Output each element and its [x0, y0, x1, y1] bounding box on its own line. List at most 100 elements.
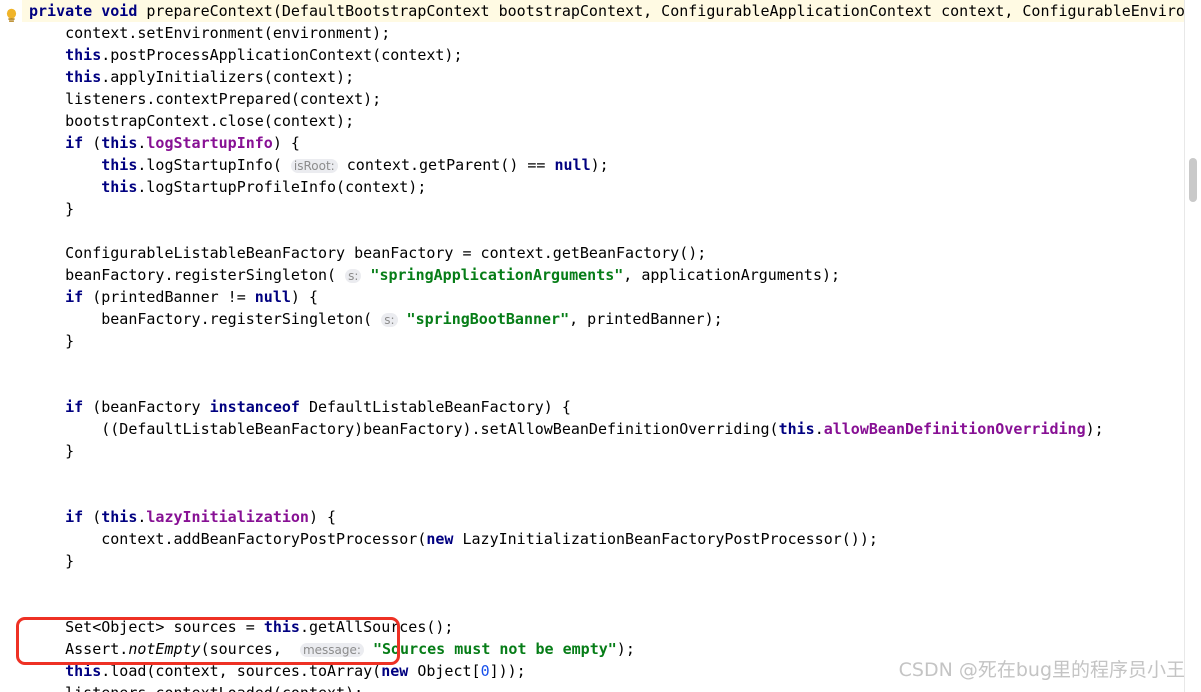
code-line[interactable]: if (this.lazyInitialization) { [0, 506, 1201, 528]
code-line[interactable]: private void prepareContext(DefaultBoots… [0, 0, 1201, 22]
code-token: context.getParent() == [337, 156, 555, 174]
code-line[interactable]: } [0, 550, 1201, 572]
code-token: Object[ [408, 662, 481, 680]
code-token: .postProcessApplicationContext(context); [101, 46, 463, 64]
code-token: allowBeanDefinitionOverriding [823, 420, 1086, 438]
code-token: } [65, 442, 75, 460]
code-line[interactable] [0, 462, 1201, 484]
code-line[interactable]: } [0, 198, 1201, 220]
scrollbar-thumb[interactable] [1189, 158, 1197, 202]
code-token: (sources, [200, 640, 291, 658]
code-line[interactable] [0, 484, 1201, 506]
code-line[interactable] [0, 572, 1201, 594]
code-line[interactable]: this.postProcessApplicationContext(conte… [0, 44, 1201, 66]
code-line[interactable]: if (printedBanner != null) { [0, 286, 1201, 308]
code-line[interactable]: this.applyInitializers(context); [0, 66, 1201, 88]
code-token: (printedBanner != [83, 288, 255, 306]
code-line[interactable]: bootstrapContext.close(context); [0, 110, 1201, 132]
editor-scrollbar[interactable] [1184, 0, 1201, 692]
code-token: this [101, 156, 138, 174]
code-line[interactable]: Set<Object> sources = this.getAllSources… [0, 616, 1201, 638]
code-token: LazyInitializationBeanFactoryPostProcess… [453, 530, 878, 548]
code-token: lazyInitialization [146, 508, 309, 526]
code-line[interactable]: ((DefaultListableBeanFactory)beanFactory… [0, 418, 1201, 440]
code-token: beanFactory.registerSingleton( [65, 266, 337, 284]
code-token: .getAllSources(); [299, 618, 454, 636]
code-line[interactable]: if (beanFactory instanceof DefaultListab… [0, 396, 1201, 418]
code-surface[interactable]: private void prepareContext(DefaultBoots… [0, 0, 1201, 692]
code-token: prepareContext(DefaultBootstrapContext b… [146, 2, 1201, 20]
code-line[interactable] [0, 352, 1201, 374]
code-line[interactable]: } [0, 330, 1201, 352]
code-token: ); [616, 640, 635, 658]
code-editor[interactable]: private void prepareContext(DefaultBoots… [0, 0, 1201, 692]
code-token: this [65, 46, 102, 64]
code-token: context.setEnvironment(environment); [65, 24, 391, 42]
code-line[interactable]: } [0, 440, 1201, 462]
code-line[interactable]: if (this.logStartupInfo) { [0, 132, 1201, 154]
code-token: if [65, 134, 84, 152]
code-line[interactable]: context.setEnvironment(environment); [0, 22, 1201, 44]
code-line[interactable]: beanFactory.registerSingleton( s: "sprin… [0, 264, 1201, 286]
code-token: bootstrapContext.close(context); [65, 112, 355, 130]
code-token: beanFactory.registerSingleton( [101, 310, 373, 328]
code-token: this [263, 618, 300, 636]
code-line[interactable]: context.addBeanFactoryPostProcessor(new … [0, 528, 1201, 550]
parameter-hint: message: [299, 643, 364, 657]
code-token: } [65, 552, 75, 570]
code-token: ])); [489, 662, 526, 680]
code-token: this [101, 134, 138, 152]
parameter-hint: isRoot: [290, 159, 338, 173]
code-token: void [101, 2, 138, 20]
code-line[interactable]: listeners.contextPrepared(context); [0, 88, 1201, 110]
code-line[interactable] [0, 374, 1201, 396]
code-token: if [65, 288, 84, 306]
code-token: this [778, 420, 815, 438]
watermark-text: CSDN @死在bug里的程序员小王 [898, 659, 1185, 681]
code-token: ( [83, 134, 102, 152]
code-token: DefaultListableBeanFactory) { [299, 398, 571, 416]
code-token: . [814, 420, 824, 438]
code-line[interactable]: this.logStartupInfo( isRoot: context.get… [0, 154, 1201, 176]
code-line[interactable]: listeners.contextLoaded(context); [0, 682, 1201, 692]
lightbulb-icon[interactable] [5, 8, 18, 24]
code-token: "springBootBanner" [406, 310, 570, 328]
code-token: Set<Object> sources = [65, 618, 264, 636]
code-token: (beanFactory [83, 398, 210, 416]
code-line[interactable] [0, 220, 1201, 242]
code-token: ((DefaultListableBeanFactory)beanFactory… [101, 420, 779, 438]
code-token: ) { [308, 508, 337, 526]
code-token: .applyInitializers(context); [101, 68, 355, 86]
code-token: logStartupInfo [146, 134, 273, 152]
code-line[interactable]: beanFactory.registerSingleton( s: "sprin… [0, 308, 1201, 330]
code-line[interactable]: this.logStartupProfileInfo(context); [0, 176, 1201, 198]
code-line[interactable] [0, 594, 1201, 616]
code-token: this [65, 662, 102, 680]
code-token: listeners.contextLoaded(context); [65, 684, 363, 692]
code-token: Assert. [65, 640, 129, 658]
editor-gutter[interactable] [0, 0, 22, 692]
code-token: 0 [480, 662, 490, 680]
code-token: .load(context, sources.toArray( [101, 662, 382, 680]
code-line[interactable]: ConfigurableListableBeanFactory beanFact… [0, 242, 1201, 264]
code-token: private [29, 2, 93, 20]
